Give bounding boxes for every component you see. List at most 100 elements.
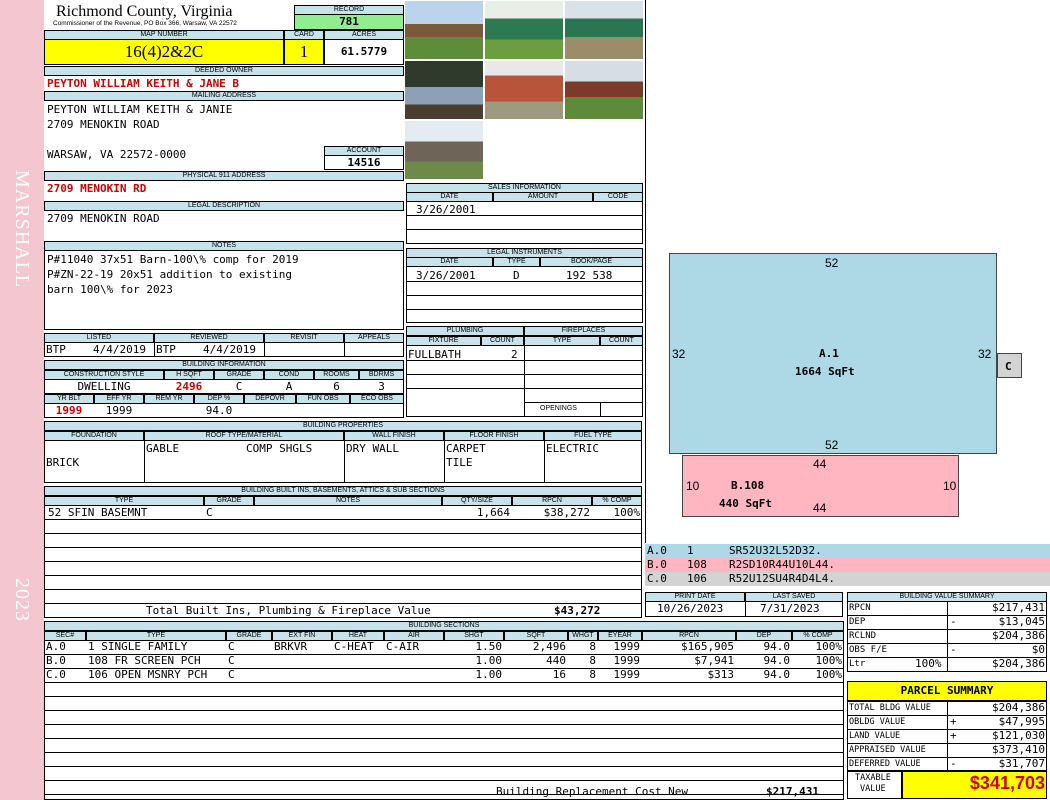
reviewed-by: BTP xyxy=(156,343,176,356)
card-number: 1 xyxy=(284,39,324,65)
depreciation-pct: 94.0 xyxy=(205,404,233,417)
section-b-right-dim: 10 xyxy=(943,479,957,493)
property-photo-3[interactable] xyxy=(565,1,643,59)
builtin-qty: 1,664 xyxy=(476,506,510,519)
section-row-1-dep: 94.0 xyxy=(763,654,791,667)
section-b-left-dim: 10 xyxy=(686,479,700,493)
parcel-bldg-label: TOTAL BLDG VALUE xyxy=(849,703,931,713)
section-c-label: C xyxy=(1005,360,1012,373)
physical-address-label: PHYSICAL 911 ADDRESS xyxy=(44,171,404,181)
section-b-area: 440 SqFt xyxy=(719,497,772,510)
parcel-deferred-label: DEFERRED VALUE xyxy=(849,759,921,769)
plumbing-fixture: FULLBATH xyxy=(408,348,461,361)
section-a-bottom-dim: 52 xyxy=(825,438,839,452)
mailing-line3: WARSAW, VA 22572-0000 xyxy=(47,148,187,161)
section-row-0-air: C-AIR xyxy=(386,640,420,653)
listed-by: BTP xyxy=(46,343,66,356)
replacement-cost: $217,431 xyxy=(766,785,819,798)
section-row-2-dep: 94.0 xyxy=(763,668,791,681)
legend-b-code: 108 xyxy=(687,558,707,571)
instrument-book-page: 192 538 xyxy=(566,269,613,282)
notes-line1: P#11040 37x51 Barn-100\% comp for 2019 xyxy=(47,253,299,266)
legal-description-label: LEGAL DESCRIPTION xyxy=(44,201,404,211)
property-photo-4[interactable] xyxy=(405,61,483,119)
construction-style: DWELLING xyxy=(77,380,131,393)
section-row-2-rpcn: $313 xyxy=(707,668,735,681)
parcel-summary-title: PARCEL SUMMARY xyxy=(847,681,1047,701)
mailing-line2: 2709 MENOKIN ROAD xyxy=(47,118,160,131)
bvs-ltr-pct: 100% xyxy=(915,657,942,670)
legend-c-code: 106 xyxy=(687,572,707,585)
notes-line2: P#ZN-22-19 20x51 addition to existing xyxy=(47,268,293,281)
builtins-total-label: Total Built Ins, Plumbing & Fireplace Va… xyxy=(146,604,431,617)
bvs-rpcn: $217,431 xyxy=(992,601,1045,614)
foundation: BRICK xyxy=(46,456,80,469)
section-a-area: 1664 SqFt xyxy=(795,365,855,378)
print-date: 10/26/2023 xyxy=(657,602,724,615)
property-photo-7[interactable] xyxy=(405,121,483,179)
sale-date: 3/26/2001 xyxy=(416,203,476,216)
legend-row-a: A.0 1 SR52U32L52D32. xyxy=(645,544,1050,558)
bvs-obs-label: OBS F/E xyxy=(849,645,887,655)
section-a-right-dim: 32 xyxy=(978,347,992,361)
parcel-obldg: $47,995 xyxy=(998,715,1045,728)
section-row-0-grade: C xyxy=(228,640,235,653)
roof-material: COMP SHGLS xyxy=(246,442,313,455)
reviewed-date: 4/4/2019 xyxy=(203,343,256,356)
parcel-deferred: $31,707 xyxy=(998,757,1045,770)
year-built: 1999 xyxy=(55,404,83,417)
legend-c-path: R52U12SU4R4D4L4. xyxy=(729,572,835,585)
bvs-dep-label: DEP xyxy=(849,617,866,627)
instrument-type: D xyxy=(513,269,520,282)
legend-row-c: C.0 106 R52U12SU4R4D4L4. xyxy=(645,572,1050,586)
legal-description: 2709 MENOKIN ROAD xyxy=(47,212,160,225)
parcel-appraised-label: APPRAISED VALUE xyxy=(849,745,926,755)
builtin-type: 52 SFIN BASEMNT xyxy=(48,506,148,519)
section-b-top-dim: 44 xyxy=(813,457,827,471)
district-name: MARSHALL xyxy=(11,170,33,289)
legend-a-path: SR52U32L52D32. xyxy=(729,544,822,557)
section-row-1-sec: B.0 xyxy=(46,654,66,667)
bvs-rclnd-label: RCLND xyxy=(849,631,877,641)
section-row-2-type: 106 OPEN MSNRY PCH xyxy=(88,668,208,681)
property-photo-1[interactable] xyxy=(405,1,483,59)
instrument-date: 3/26/2001 xyxy=(416,269,476,282)
section-row-2-shgt: 1.00 xyxy=(475,668,503,681)
section-row-0-heat: C-HEAT xyxy=(334,640,374,653)
listed-date: 4/4/2019 xyxy=(93,343,146,356)
property-photo-5[interactable] xyxy=(485,61,563,119)
bvs-ltr-label: Ltr xyxy=(849,659,866,669)
section-row-0-shgt: 1.50 xyxy=(475,640,503,653)
builtin-rpcn: $38,272 xyxy=(543,506,590,519)
floor-finish-2: TILE xyxy=(446,456,473,469)
parcel-land: $121,030 xyxy=(992,729,1045,742)
commissioner-address: Commissioner of the Revenue, PO Box 366,… xyxy=(53,20,237,27)
section-row-1-type: 108 FR SCREEN PCH xyxy=(88,654,201,667)
property-photo-2[interactable] xyxy=(485,1,563,59)
owner-label: DEEDED OWNER xyxy=(44,66,404,76)
section-row-2-whgt: 8 xyxy=(589,668,596,681)
section-a-left-dim: 32 xyxy=(672,347,686,361)
effective-year: 1999 xyxy=(105,404,133,417)
section-row-2-grade: C xyxy=(228,668,235,681)
mailing-line1: PEYTON WILLIAM KEITH & JANIE xyxy=(47,103,233,116)
section-row-2-eyear: 1999 xyxy=(613,668,641,681)
builtins-total: $43,272 xyxy=(554,604,601,617)
rooms: 6 xyxy=(333,380,340,393)
fuel-type: ELECTRIC xyxy=(546,442,599,455)
record-value: 781 xyxy=(294,14,404,30)
bvs-obs: $0 xyxy=(1031,643,1045,656)
bvs-ltr: $204,386 xyxy=(992,657,1045,670)
notes-line3: barn 100\% for 2023 xyxy=(47,283,173,296)
taxable-value: $341,703 xyxy=(969,773,1045,793)
section-row-1-whgt: 8 xyxy=(589,654,596,667)
openings-label: OPENINGS xyxy=(540,405,577,412)
builtins-label: BUILDING BUILT INS, BASEMENTS, ATTICS & … xyxy=(44,486,642,496)
parcel-land-label: LAND VALUE xyxy=(849,731,901,741)
builtin-grade: C xyxy=(206,506,213,519)
property-photo-6[interactable] xyxy=(565,61,643,119)
floor-finish-1: CARPET xyxy=(446,442,486,455)
parcel-obldg-label: OBLDG VALUE xyxy=(849,717,906,727)
county-title: Richmond County, Virginia xyxy=(56,3,233,20)
mailing-label: MAILING ADDRESS xyxy=(44,91,404,101)
